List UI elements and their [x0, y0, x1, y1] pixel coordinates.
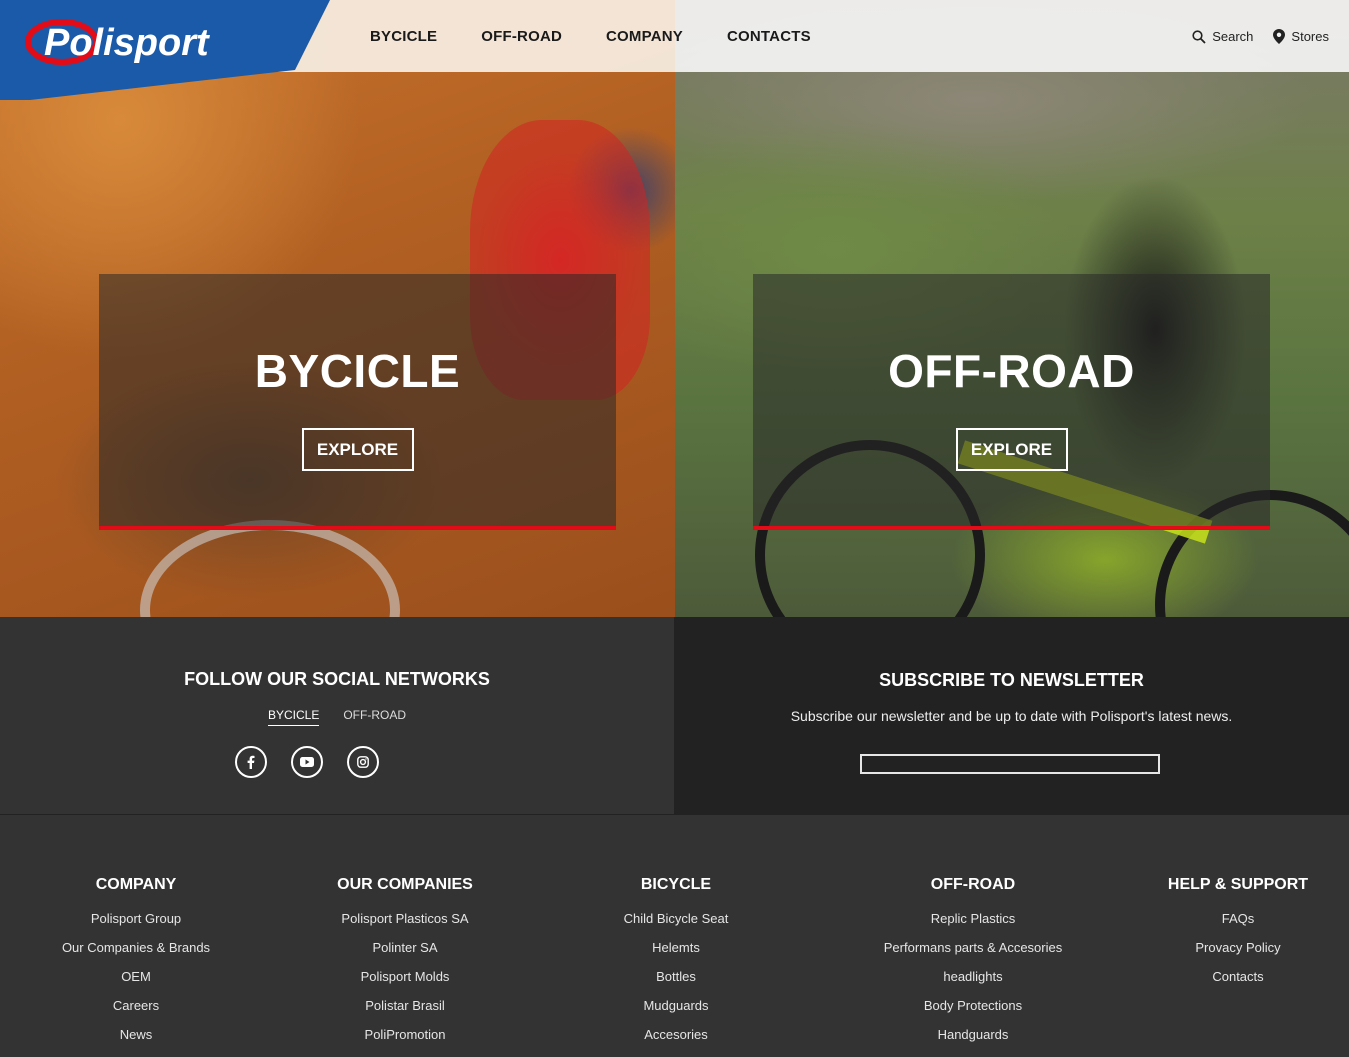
footer-link[interactable]: PoliPromotion: [305, 1020, 505, 1049]
social-tab-bicycle[interactable]: BYCICLE: [267, 708, 320, 726]
footer-link[interactable]: Mudguards: [576, 991, 776, 1020]
brand-wordmark: Polisport: [44, 22, 210, 64]
footer-column-title: OFF-ROAD: [930, 876, 1016, 893]
footer-link[interactable]: Bottles: [576, 962, 776, 991]
footer-link[interactable]: OEM: [36, 962, 236, 991]
social-tabs: BYCICLE OFF-ROAD: [0, 708, 674, 726]
category-title: OFF-ROAD: [888, 345, 1135, 397]
footer-link[interactable]: Child Bicycle Seat: [576, 904, 776, 933]
footer-link[interactable]: headlights: [858, 962, 1088, 991]
footer-link[interactable]: Accesories: [576, 1020, 776, 1049]
hero-image-wheel: [140, 520, 400, 617]
footer-link[interactable]: Helemts: [576, 933, 776, 962]
footer-column-offroad: OFF-ROAD Replic Plastics Performans part…: [858, 876, 1088, 1049]
nav-bicycle[interactable]: BYCICLE: [370, 28, 437, 45]
footer-link[interactable]: Handguards: [858, 1020, 1088, 1049]
newsletter-title: SUBSCRIBE TO NEWSLETTER: [879, 670, 1144, 690]
footer-column-title: OUR COMPANIES: [337, 876, 473, 893]
footer-link[interactable]: Polistar Brasil: [305, 991, 505, 1020]
search-link[interactable]: Search: [1192, 29, 1253, 44]
main-nav: BYCICLE OFF-ROAD COMPANY CONTACTS: [370, 28, 811, 45]
social-tab-offroad[interactable]: OFF-ROAD: [343, 708, 406, 726]
footer-column-title: BICYCLE: [640, 876, 712, 893]
footer-link[interactable]: Polinter SA: [305, 933, 505, 962]
footer-link[interactable]: Our Companies & Brands: [36, 933, 236, 962]
footer-link[interactable]: Provacy Policy: [1148, 933, 1328, 962]
footer-column-our-companies: OUR COMPANIES Polisport Plasticos SA Pol…: [305, 876, 505, 1049]
header-utilities: Search Stores: [1192, 29, 1329, 44]
footer-column-title: HELP & SUPPORT: [1167, 876, 1309, 893]
instagram-icon[interactable]: [347, 746, 379, 778]
polisport-logo[interactable]: Polisport: [0, 0, 330, 100]
footer-link[interactable]: Contacts: [1148, 962, 1328, 991]
footer-link[interactable]: Polisport Molds: [305, 962, 505, 991]
facebook-icon[interactable]: [235, 746, 267, 778]
newsletter-email-input[interactable]: [860, 754, 1160, 774]
footer-link[interactable]: Body Protections: [858, 991, 1088, 1020]
category-card-bicycle: BYCICLE EXPLORE: [99, 274, 616, 530]
social-section: FOLLOW OUR SOCIAL NETWORKS BYCICLE OFF-R…: [0, 617, 674, 814]
nav-offroad[interactable]: OFF-ROAD: [481, 28, 562, 45]
social-title: FOLLOW OUR SOCIAL NETWORKS: [184, 669, 490, 689]
category-card-offroad: OFF-ROAD EXPLORE: [753, 274, 1270, 530]
explore-button[interactable]: EXPLORE: [955, 428, 1068, 471]
search-label: Search: [1212, 29, 1254, 44]
stores-label: Stores: [1291, 29, 1329, 44]
site-footer: COMPANY Polisport Group Our Companies & …: [0, 814, 1349, 1057]
footer-column-help-support: HELP & SUPPORT FAQs Provacy Policy Conta…: [1148, 876, 1328, 991]
footer-link[interactable]: Performans parts & Accesories: [858, 933, 1088, 962]
nav-company[interactable]: COMPANY: [606, 28, 683, 45]
footer-link[interactable]: Polisport Plasticos SA: [305, 904, 505, 933]
footer-link[interactable]: FAQs: [1148, 904, 1328, 933]
stores-link[interactable]: Stores: [1273, 29, 1329, 44]
explore-button[interactable]: EXPLORE: [301, 428, 414, 471]
nav-contacts[interactable]: CONTACTS: [727, 28, 811, 45]
newsletter-section: SUBSCRIBE TO NEWSLETTER Subscribe our ne…: [674, 617, 1349, 814]
footer-link[interactable]: Replic Plastics: [858, 904, 1088, 933]
site-header: Polisport BYCICLE OFF-ROAD COMPANY CONTA…: [0, 0, 1349, 100]
footer-link[interactable]: Careers: [36, 991, 236, 1020]
location-pin-icon: [1273, 29, 1286, 44]
youtube-icon[interactable]: [291, 746, 323, 778]
search-icon: [1192, 29, 1206, 44]
footer-column-title: COMPANY: [95, 876, 177, 893]
footer-column-bicycle: BICYCLE Child Bicycle Seat Helemts Bottl…: [576, 876, 776, 1049]
newsletter-description: Subscribe our newsletter and be up to da…: [790, 708, 1233, 724]
category-title: BYCICLE: [254, 345, 461, 397]
social-icons: [0, 746, 674, 778]
footer-link[interactable]: News: [36, 1020, 236, 1049]
footer-column-company: COMPANY Polisport Group Our Companies & …: [36, 876, 236, 1049]
footer-link[interactable]: Polisport Group: [36, 904, 236, 933]
